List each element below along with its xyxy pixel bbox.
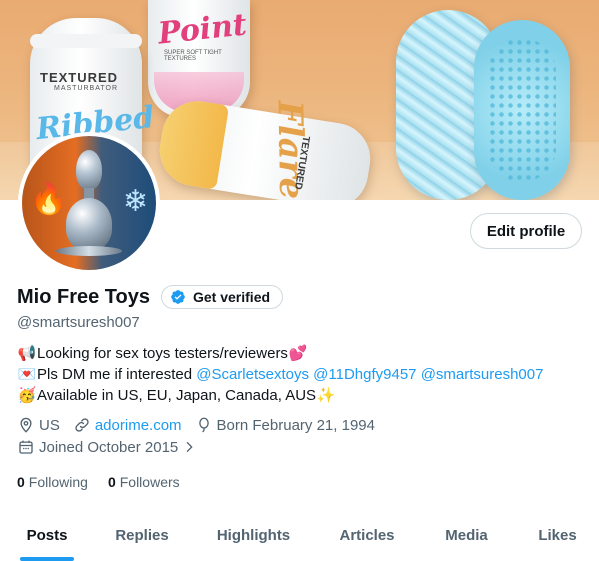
follow-stats: 0 Following 0 Followers: [17, 474, 200, 490]
bio-text: Pls DM me if interested: [37, 366, 197, 383]
flame-icon: 🔥: [30, 183, 68, 216]
followers-count: 0: [107, 474, 116, 490]
bio-text: Available in US, EU, Japan, Canada, AUS: [37, 387, 317, 404]
mention-link[interactable]: @11Dhgfy9457: [313, 366, 416, 383]
joined-item[interactable]: Joined October 2015: [17, 438, 201, 456]
following-link[interactable]: 0 Following: [17, 474, 88, 490]
edit-profile-button[interactable]: Edit profile: [470, 213, 582, 249]
profile-meta: US adorime.com Born February 21, 1994: [17, 416, 388, 434]
display-name: Mio Free Toys: [17, 285, 150, 308]
balloon-icon: [198, 417, 209, 433]
banner-product-point-name: Point: [156, 7, 249, 52]
mention-link[interactable]: @Scarletsextoys: [196, 366, 309, 383]
tab-media[interactable]: Media: [417, 510, 516, 561]
two-hearts-icon: 💕: [288, 344, 308, 362]
megaphone-icon: 📢: [17, 344, 37, 362]
tab-label: Replies: [115, 527, 169, 544]
birthday-text: Born February 21, 1994: [216, 416, 375, 434]
avatar[interactable]: 🔥 ❄: [18, 132, 160, 274]
bio-text: Looking for sex toys testers/reviewers: [37, 345, 288, 362]
chevron-right-icon: [186, 441, 193, 453]
profile-bio: 📢Looking for sex toys testers/reviewers💕…: [17, 343, 587, 406]
tab-posts[interactable]: Posts: [0, 510, 94, 561]
snowflake-icon: ❄: [122, 185, 148, 218]
profile-handle: @smartsuresh007: [17, 314, 140, 331]
love-letter-icon: 💌: [17, 365, 37, 383]
joined-text: Joined October 2015: [39, 438, 179, 456]
banner-sleeve-dotted: [474, 20, 570, 200]
get-verified-button[interactable]: Get verified: [161, 285, 284, 309]
tab-label: Articles: [339, 527, 395, 544]
bio-line: 📢Looking for sex toys testers/reviewers💕: [17, 343, 587, 364]
birthday-item: Born February 21, 1994: [195, 416, 375, 434]
location-item: US: [17, 416, 60, 434]
following-label: Following: [28, 474, 88, 490]
banner-product-ribbed-sub: MASTURBATOR: [54, 85, 119, 92]
avatar-image: 🔥 ❄: [22, 136, 156, 270]
profile-joined[interactable]: Joined October 2015: [17, 438, 214, 456]
tab-replies[interactable]: Replies: [94, 510, 190, 561]
followers-link[interactable]: 0 Followers: [108, 474, 180, 490]
banner-product-ribbed-brand: TEXTURED: [40, 70, 119, 85]
profile-tabs: Posts Replies Highlights Articles Media …: [0, 510, 599, 561]
bio-line: 🥳Available in US, EU, Japan, Canada, AUS…: [17, 385, 587, 406]
location-text: US: [39, 416, 60, 434]
website-link[interactable]: adorime.com: [95, 417, 182, 434]
location-pin-icon: [20, 417, 32, 433]
tab-articles[interactable]: Articles: [317, 510, 417, 561]
tab-highlights[interactable]: Highlights: [190, 510, 317, 561]
followers-label: Followers: [119, 474, 180, 490]
link-icon: [75, 418, 89, 432]
following-count: 0: [17, 474, 25, 490]
party-face-icon: 🥳: [17, 386, 37, 404]
active-tab-indicator: [20, 557, 74, 561]
verified-badge-icon: [171, 290, 185, 304]
tab-label: Likes: [538, 527, 577, 544]
banner-product-point-sub: SUPER SOFT TIGHT TEXTURES: [164, 50, 222, 62]
tab-likes[interactable]: Likes: [516, 510, 599, 561]
tab-label: Posts: [26, 527, 68, 544]
mention-link[interactable]: @smartsuresh007: [421, 366, 544, 383]
banner-product-flare: Flare TEXTURED: [154, 96, 376, 200]
bio-line: 💌Pls DM me if interested @Scarletsextoys…: [17, 364, 587, 385]
tab-label: Highlights: [216, 527, 291, 544]
get-verified-label: Get verified: [193, 289, 271, 305]
sparkles-icon: ✨: [316, 386, 336, 404]
profile-name-row: Mio Free Toys Get verified: [17, 285, 284, 309]
calendar-icon: [19, 440, 33, 454]
tab-label: Media: [445, 527, 488, 544]
website-item[interactable]: adorime.com: [73, 416, 182, 434]
